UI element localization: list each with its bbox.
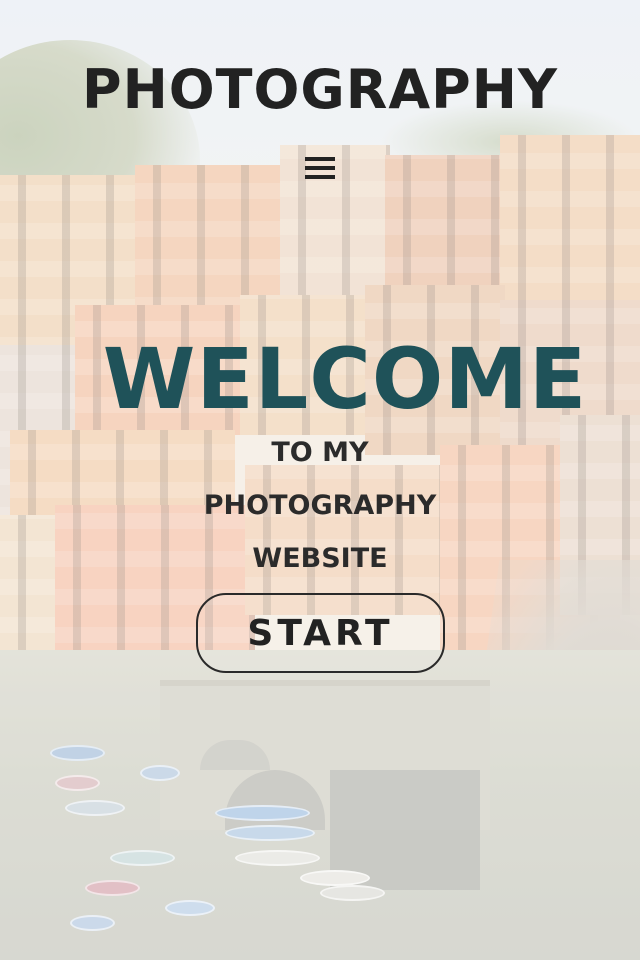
hamburger-menu-icon[interactable]: [305, 157, 335, 181]
menu-bar: [305, 175, 335, 179]
menu-bar: [305, 166, 335, 170]
photo-fade-overlay: [0, 0, 640, 960]
menu-bar: [305, 157, 335, 161]
hero-subtitle-line-2: PHOTOGRAPHY: [203, 490, 437, 521]
site-brand-title[interactable]: PHOTOGRAPHY: [0, 58, 640, 121]
hero-subtitle-line-1: TO MY: [271, 437, 369, 468]
hero-subtitle-line-3: WEBSITE: [252, 543, 388, 574]
background-photo: [0, 0, 640, 960]
start-button[interactable]: START: [196, 593, 445, 673]
hero-title: WELCOME: [102, 330, 588, 428]
